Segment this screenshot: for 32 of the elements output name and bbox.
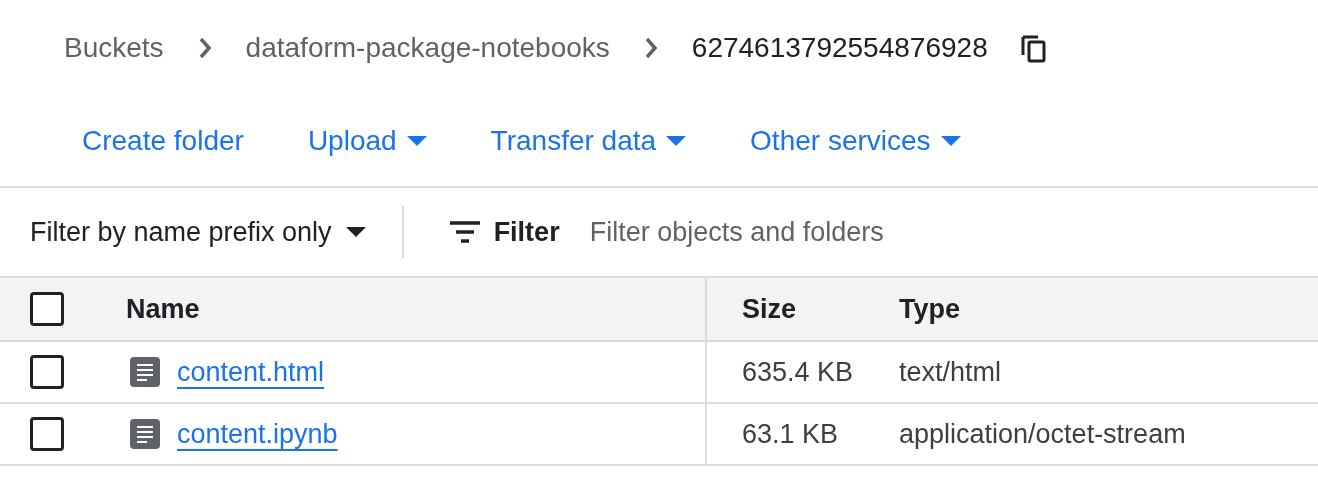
dropdown-caret-icon [940,136,961,146]
filter-icon [449,221,480,243]
column-header[interactable]: Name [126,288,200,330]
size-cell-text: 635.4 KB [742,355,854,389]
document-icon [130,419,160,449]
breadcrumb-current: 6274613792554876928 [691,31,988,65]
checkbox[interactable] [30,355,64,389]
file-link[interactable]: content.html [177,351,325,393]
type-cell-text: text/html [899,355,1002,389]
action-button[interactable]: Other services [732,113,979,169]
dropdown-caret-icon [406,136,427,146]
checkbox[interactable] [30,292,64,326]
size-cell-text: 63.1 KB [742,417,839,451]
filter-mode-dropdown[interactable]: Filter by name prefix only [0,211,402,253]
breadcrumb-link[interactable]: dataform-package-notebooks [245,27,610,69]
checkbox[interactable] [30,417,64,451]
action-button[interactable]: Upload [289,113,445,169]
breadcrumb-link[interactable]: Buckets [64,27,164,69]
copy-icon[interactable] [1019,33,1048,63]
type-cell-text: application/octet-stream [899,417,1186,451]
chevron-right-icon [643,37,658,59]
dropdown-caret-icon [666,136,687,146]
file-link[interactable]: content.ipynb [177,413,338,455]
action-button[interactable]: Create folder [64,113,262,169]
action-button[interactable]: Transfer data [472,113,705,169]
filter-button[interactable]: Filter [403,211,590,253]
chevron-right-icon [197,37,212,59]
column-header[interactable]: Type [899,288,960,330]
caret-icon [345,227,366,237]
filter-input[interactable]: Filter objects and folders [589,211,1318,253]
document-icon [130,357,160,387]
column-header[interactable]: Size [742,288,797,330]
